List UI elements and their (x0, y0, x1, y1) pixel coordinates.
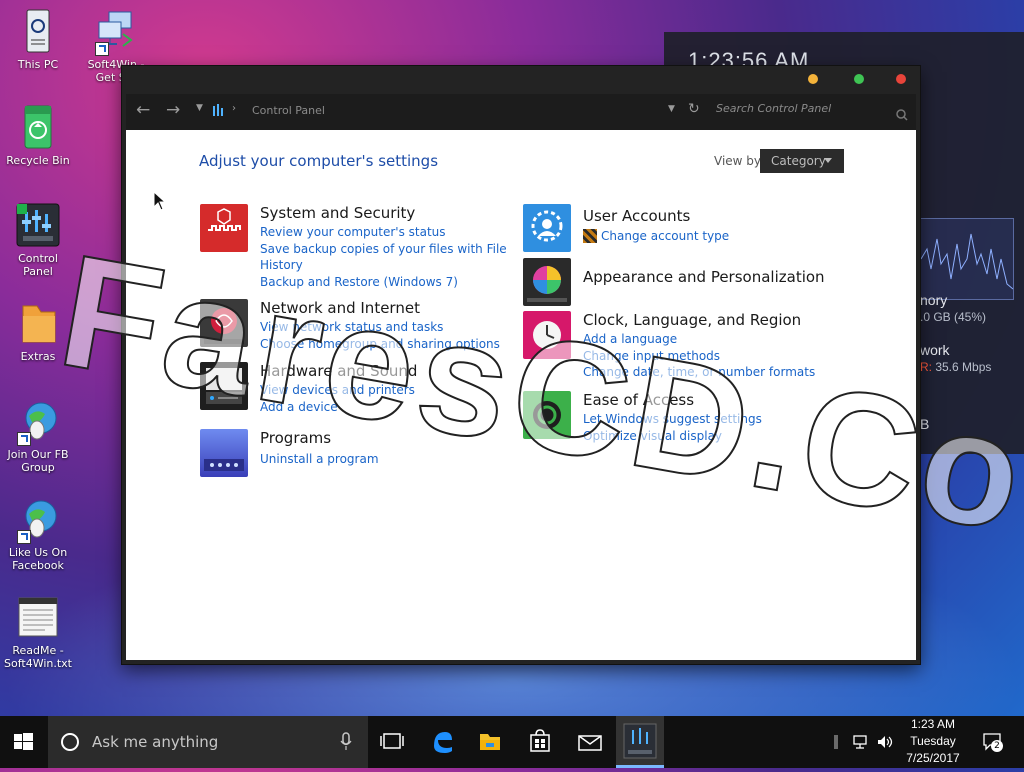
mail-icon[interactable] (566, 716, 614, 768)
clock-time[interactable]: 1:23 AM (900, 717, 966, 731)
category-title[interactable]: System and Security (260, 204, 415, 222)
breadcrumb-separator-icon: › (232, 103, 236, 114)
widget-memory-label: nory (920, 292, 948, 308)
breadcrumb[interactable]: Control Panel (252, 104, 325, 117)
clock-day[interactable]: Tuesday (900, 734, 966, 748)
volume-icon[interactable] (876, 734, 894, 754)
desktop-icon-label: ReadMe - (12, 644, 64, 657)
category-title[interactable]: User Accounts (583, 207, 690, 225)
start-button[interactable] (0, 716, 48, 768)
recycle-bin-icon (15, 104, 61, 150)
chevron-down-icon[interactable]: ▼ (668, 104, 675, 114)
edge-browser-icon[interactable] (418, 716, 466, 768)
address-bar: ← → ▼ › Control Panel ▼ ↻ Search Control… (126, 94, 916, 130)
search-placeholder: Ask me anything (92, 733, 219, 751)
control-panel-small-icon (212, 103, 224, 122)
control-panel-taskbar-icon[interactable] (616, 716, 664, 768)
taskbar: Ask me anything 1:23 AM Tuesday 7/25/201… (0, 716, 1024, 768)
chevron-down-icon (824, 158, 832, 163)
desktop-icon-this-pc[interactable]: This PC (2, 8, 74, 71)
cpu-graph (920, 218, 1014, 300)
view-by-dropdown[interactable]: Category (760, 149, 844, 173)
network-icon[interactable] (853, 734, 871, 754)
programs-icon[interactable] (200, 429, 248, 477)
back-arrow-icon[interactable]: ← (136, 100, 150, 120)
desktop-icon-readme[interactable]: ReadMe - Soft4Win.txt (2, 594, 74, 670)
desktop-icon-label: Recycle Bin (6, 154, 70, 167)
cortana-circle-icon (60, 732, 80, 756)
page-title: Adjust your computer's settings (199, 152, 439, 170)
this-pc-icon (15, 8, 61, 54)
globe-icon (15, 398, 61, 446)
maximize-button[interactable] (854, 74, 864, 84)
forward-arrow-icon[interactable]: → (166, 100, 180, 120)
shortcut-arrow-icon (17, 530, 31, 544)
shield-icon (583, 229, 597, 243)
widget-network-label: work (920, 342, 950, 358)
view-by-value: Category (771, 154, 826, 168)
desktop-icon-label: Like Us On (8, 546, 68, 559)
link-change-account-type[interactable]: Change account type (583, 228, 729, 245)
desktop-icon-label: Group (21, 461, 55, 474)
user-accounts-icon[interactable] (523, 204, 571, 252)
clock-date[interactable]: 7/25/2017 (900, 751, 966, 765)
desktop-icon-control-panel[interactable]: Control Panel (2, 202, 74, 278)
action-center-icon[interactable]: 2 (982, 732, 1004, 756)
widget-memory-value: .0 GB (45%) (920, 310, 987, 324)
link-save-backup[interactable]: Save backup copies of your files with Fi… (260, 241, 507, 258)
control-panel-icon (15, 202, 61, 248)
globe-icon (15, 496, 61, 544)
refresh-icon[interactable]: ↻ (688, 101, 700, 117)
desktop-icon-join-fb-group[interactable]: Join Our FB Group (2, 398, 74, 474)
shortcut-arrow-icon (17, 432, 31, 446)
network-computers-icon (93, 8, 139, 56)
desktop-icon-label: This PC (17, 58, 59, 71)
search-input[interactable]: Search Control Panel (716, 102, 908, 122)
cortana-search-box[interactable]: Ask me anything (48, 716, 368, 768)
text-file-icon (15, 594, 61, 640)
link-label: Change account type (601, 229, 730, 243)
view-by-label: View by: (714, 154, 765, 168)
desktop-icon-label: Facebook (12, 559, 64, 572)
category-title[interactable]: Appearance and Personalization (583, 268, 825, 286)
desktop-icon-recycle-bin[interactable]: Recycle Bin (2, 104, 74, 167)
desktop-icon-label: Soft4Win.txt (4, 657, 72, 670)
desktop-icon-label: Control Panel (18, 252, 58, 278)
show-hidden-icons-icon[interactable] (832, 733, 842, 757)
search-icon[interactable] (896, 106, 908, 125)
recent-locations-icon[interactable]: ▼ (196, 103, 203, 113)
minimize-button[interactable] (808, 74, 818, 84)
desktop-icon-label: Join Our FB (7, 448, 69, 461)
notification-count: 2 (991, 740, 1003, 752)
close-button[interactable] (896, 74, 906, 84)
mouse-pointer-icon (153, 190, 167, 215)
folder-icon (15, 300, 61, 346)
desktop-icon-like-facebook[interactable]: Like Us On Facebook (2, 496, 74, 572)
store-icon[interactable] (516, 716, 564, 768)
link-review-status[interactable]: Review your computer's status (260, 224, 507, 241)
task-view-button[interactable] (368, 716, 416, 768)
microphone-icon[interactable] (340, 732, 352, 756)
file-explorer-icon[interactable] (466, 716, 514, 768)
shortcut-arrow-icon (95, 42, 109, 56)
